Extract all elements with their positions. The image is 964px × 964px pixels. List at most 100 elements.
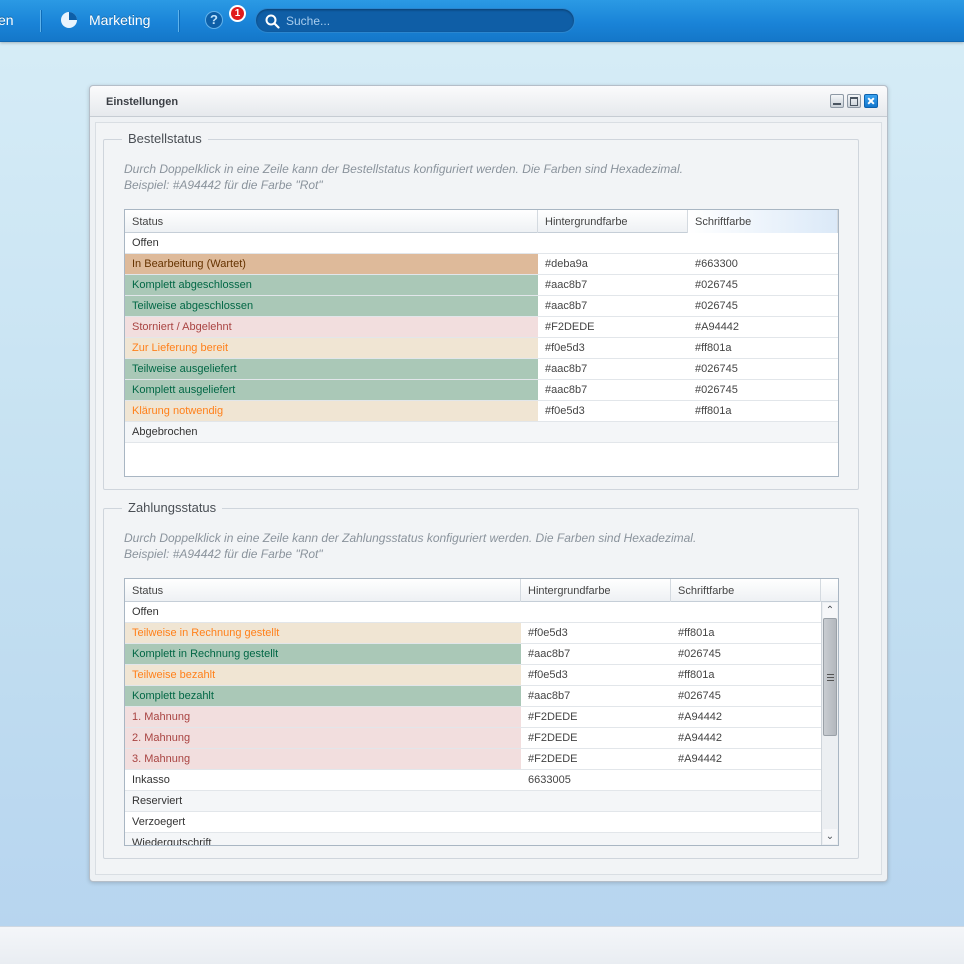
table-row[interactable]: Wiedergutschrift [125,833,821,846]
font-color-cell [688,422,838,442]
table-row[interactable]: Komplett abgeschlossen #aac8b7 #026745 [125,275,838,296]
status-cell: Offen [132,237,159,249]
background-color-cell: #F2DEDE [528,732,578,744]
font-color-cell: #A94442 [678,711,723,723]
table-row[interactable]: Teilweise abgeschlossen #aac8b7 #026745 [125,296,838,317]
table-row[interactable]: Storniert / Abgelehnt #F2DEDE #A94442 [125,317,838,338]
table-row[interactable]: 2. Mahnung #F2DEDE #A94442 [125,728,821,749]
order-status-fieldset: Bestellstatus Durch Doppelklick in eine … [103,131,859,490]
table-row[interactable]: Klärung notwendig #f0e5d3 #ff801a [125,401,838,422]
help-icon[interactable]: ? [205,11,223,29]
payment-status-grid: Status Hintergrundfarbe Schriftfarbe Off… [124,578,839,846]
payment-status-fieldset: Zahlungsstatus Durch Doppelklick in eine… [103,500,859,859]
status-cell: 1. Mahnung [125,707,521,727]
vertical-scrollbar[interactable]: ⌃ ⌄ [821,602,838,845]
status-cell: Reserviert [132,795,183,807]
grid-header: Status Hintergrundfarbe Schriftfarbe [125,210,838,233]
maximize-button[interactable] [847,94,861,108]
table-row[interactable]: Verzoegert [125,812,821,833]
table-row[interactable]: Komplett in Rechnung gestellt #aac8b7 #026… [125,644,821,665]
bottom-bar [0,926,964,964]
table-row[interactable]: Offen [125,233,838,254]
column-header-status[interactable]: Status [125,579,521,602]
table-row[interactable]: Reserviert [125,791,821,812]
background-color-cell [521,602,671,622]
chevron-down-icon[interactable]: ⌄ [823,829,837,844]
table-row[interactable]: 3. Mahnung #F2DEDE #A94442 [125,749,821,770]
order-status-legend: Bestellstatus [122,131,208,146]
notification-badge[interactable]: 1 [229,5,246,22]
column-header-background[interactable]: Hintergrundfarbe [521,579,671,602]
settings-window: Einstellungen Bestellstatus Durch Doppel… [89,85,888,882]
background-color-cell [521,812,671,832]
status-cell: Teilweise in Rechnung gestellt [125,623,521,643]
status-cell: Inkasso [132,774,170,786]
status-cell: Komplett ausgeliefert [125,380,538,400]
background-color-cell: #deba9a [545,258,588,270]
font-color-cell [688,233,838,253]
background-color-cell: #f0e5d3 [545,405,585,417]
payment-status-hint-line1: Durch Doppelklick in eine Zeile kann der… [124,531,697,545]
status-cell: Komplett bezahlt [125,686,521,706]
order-status-grid: Status Hintergrundfarbe Schriftfarbe Off… [124,209,839,477]
background-color-cell: 6633005 [528,774,571,786]
background-color-cell: #f0e5d3 [528,627,568,639]
background-color-cell: #aac8b7 [545,384,588,396]
font-color-cell: #ff801a [695,342,732,354]
table-row[interactable]: Teilweise bezahlt #f0e5d3 #ff801a [125,665,821,686]
font-color-cell [671,602,821,622]
font-color-cell: #ff801a [678,669,715,681]
scrollbar-thumb[interactable] [823,618,837,736]
payment-status-legend: Zahlungsstatus [122,500,223,515]
font-color-cell: #026745 [695,363,738,375]
table-row[interactable]: Zur Lieferung bereit #f0e5d3 #ff801a [125,338,838,359]
payment-status-hint-line2: Beispiel: #A94442 für die Farbe "Rot" [124,547,323,561]
table-row[interactable]: Teilweise in Rechnung gestellt #f0e5d3 #ff… [125,623,821,644]
chevron-up-icon[interactable]: ⌃ [823,603,837,618]
search-box[interactable] [255,8,575,33]
pie-chart-icon[interactable] [60,11,78,29]
font-color-cell [671,812,821,832]
font-color-cell: #A94442 [695,321,740,333]
table-row[interactable]: In Bearbeitung (Wartet) #deba9a #663300 [125,254,838,275]
window-body: Bestellstatus Durch Doppelklick in eine … [95,122,882,875]
nav-item-partial[interactable]: en [0,12,14,28]
status-cell: Wiedergutschrift [132,837,212,846]
background-color-cell: #aac8b7 [528,690,571,702]
column-header-background[interactable]: Hintergrundfarbe [538,210,688,233]
status-cell: In Bearbeitung (Wartet) [125,254,538,274]
font-color-cell: #ff801a [695,405,732,417]
background-color-cell: #aac8b7 [545,279,588,291]
status-cell: Storniert / Abgelehnt [125,317,538,337]
grid-header: Status Hintergrundfarbe Schriftfarbe [125,579,838,602]
font-color-cell: #A94442 [678,753,723,765]
status-cell: Komplett in Rechnung gestellt [125,644,521,664]
close-button[interactable] [864,94,878,108]
column-header-status[interactable]: Status [125,210,538,233]
column-header-font-color[interactable]: Schriftfarbe [671,579,821,602]
background-color-cell: #f0e5d3 [528,669,568,681]
nav-separator [40,10,41,32]
font-color-cell [671,770,821,790]
font-color-cell [671,791,821,811]
table-row[interactable]: 1. Mahnung #F2DEDE #A94442 [125,707,821,728]
status-cell: Zur Lieferung bereit [125,338,538,358]
order-status-hint-line1: Durch Doppelklick in eine Zeile kann der… [124,162,683,176]
background-color-cell [538,233,688,253]
table-row[interactable]: Inkasso 6633005 [125,770,821,791]
minimize-button[interactable] [830,94,844,108]
table-row[interactable]: Teilweise ausgeliefert #aac8b7 #026745 [125,359,838,380]
status-cell: Teilweise abgeschlossen [125,296,538,316]
background-color-cell [521,791,671,811]
table-row[interactable]: Offen [125,602,821,623]
font-color-cell [671,833,821,845]
search-input[interactable] [286,12,566,30]
table-row[interactable]: Komplett bezahlt #aac8b7 #026745 [125,686,821,707]
background-color-cell [538,422,688,442]
status-cell: Offen [132,606,159,618]
column-header-font-color[interactable]: Schriftfarbe [688,210,838,233]
table-row[interactable]: Abgebrochen [125,422,838,443]
nav-item-marketing[interactable]: Marketing [89,12,150,28]
table-row[interactable]: Komplett ausgeliefert #aac8b7 #026745 [125,380,838,401]
font-color-cell: #663300 [695,258,738,270]
